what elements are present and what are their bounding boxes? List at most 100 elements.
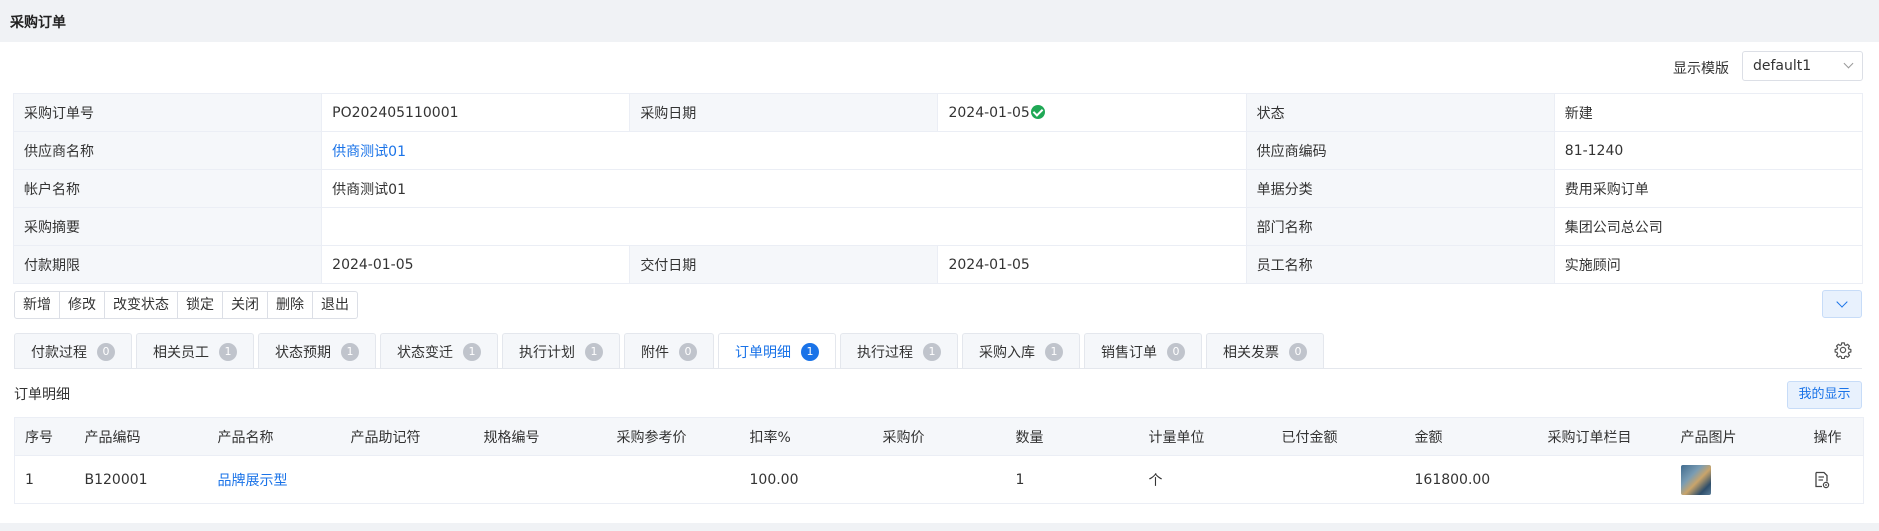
info-label: 付款期限 bbox=[12, 245, 323, 284]
info-label: 交付日期 bbox=[629, 245, 939, 284]
template-label: 显示模版 bbox=[1673, 61, 1729, 77]
department-value: 集团公司总公司 bbox=[1553, 207, 1864, 246]
order-detail-table: 序号 产品编码 产品名称 产品助记符 规格编号 采购参考价 扣率% 采购价 数量… bbox=[14, 417, 1864, 504]
order-info-table: 采购订单号 PO202405110001 采购日期 2024-01-05 状态 … bbox=[12, 93, 1864, 284]
tab-related-employees[interactable]: 相关员工 1 bbox=[136, 333, 254, 369]
account-name-value: 供商测试01 bbox=[321, 169, 1247, 208]
column-header[interactable]: 产品助记符 bbox=[340, 417, 474, 456]
exit-button[interactable]: 退出 bbox=[313, 292, 357, 318]
tab-sales-orders[interactable]: 销售订单 0 bbox=[1084, 333, 1202, 369]
purchase-summary-value bbox=[321, 207, 1247, 246]
template-select-value: default1 bbox=[1753, 58, 1812, 74]
column-header[interactable]: 已付金额 bbox=[1271, 417, 1405, 456]
supplier-code-value: 81-1240 bbox=[1553, 131, 1864, 170]
column-header[interactable]: 规格编号 bbox=[473, 417, 607, 456]
column-header[interactable]: 序号 bbox=[14, 417, 75, 456]
tab-label: 相关员工 bbox=[153, 344, 209, 361]
info-row: 采购订单号 PO202405110001 采购日期 2024-01-05 状态 … bbox=[12, 93, 1864, 132]
tab-execution-process[interactable]: 执行过程 1 bbox=[840, 333, 958, 369]
column-header[interactable]: 采购订单栏目 bbox=[1537, 417, 1671, 456]
template-select[interactable]: default1 bbox=[1742, 51, 1863, 81]
delivery-date-value: 2024-01-05 bbox=[937, 245, 1247, 284]
table-row[interactable]: 1 B120001 品牌展示型 100.00 1 个 161800.00 bbox=[14, 455, 1864, 504]
edit-button[interactable]: 修改 bbox=[60, 292, 105, 318]
tab-count-badge: 1 bbox=[923, 342, 941, 361]
lock-button[interactable]: 锁定 bbox=[178, 292, 223, 318]
info-label: 采购摘要 bbox=[12, 207, 323, 246]
tab-label: 执行过程 bbox=[857, 344, 913, 361]
tab-status-expectation[interactable]: 状态预期 1 bbox=[258, 333, 376, 369]
product-thumbnail[interactable] bbox=[1680, 464, 1711, 495]
order-column-cell bbox=[1537, 455, 1671, 504]
chevron-down-icon bbox=[1836, 296, 1848, 308]
payment-term-value: 2024-01-05 bbox=[321, 245, 631, 284]
tab-attachments[interactable]: 附件 0 bbox=[624, 333, 714, 369]
tab-count-badge: 1 bbox=[585, 342, 603, 361]
tab-label: 执行计划 bbox=[519, 344, 575, 361]
column-header[interactable]: 计量单位 bbox=[1138, 417, 1272, 456]
collapse-button[interactable] bbox=[1822, 290, 1862, 318]
column-header[interactable]: 产品图片 bbox=[1670, 417, 1804, 456]
spec-cell bbox=[473, 455, 607, 504]
info-label: 员工名称 bbox=[1245, 245, 1555, 284]
employee-name-value: 实施顾问 bbox=[1553, 245, 1864, 284]
actions-cell bbox=[1803, 455, 1864, 504]
chevron-down-icon bbox=[1843, 58, 1854, 69]
column-header[interactable]: 产品名称 bbox=[207, 417, 341, 456]
info-row: 供应商名称 供商测试01 供应商编码 81-1240 bbox=[12, 131, 1864, 170]
discount-cell: 100.00 bbox=[739, 455, 873, 504]
unit-cell: 个 bbox=[1138, 455, 1272, 504]
product-name-link[interactable]: 品牌展示型 bbox=[218, 473, 288, 489]
tab-label: 订单明细 bbox=[735, 344, 791, 361]
change-status-button[interactable]: 改变状态 bbox=[105, 292, 178, 318]
supplier-name-link[interactable]: 供商测试01 bbox=[332, 144, 406, 160]
column-header[interactable]: 扣率% bbox=[739, 417, 873, 456]
tab-label: 相关发票 bbox=[1223, 344, 1279, 361]
document-settings-icon[interactable] bbox=[1814, 471, 1830, 489]
order-date-value: 2024-01-05 bbox=[948, 104, 1030, 121]
order-number-value: PO202405110001 bbox=[321, 93, 631, 132]
column-header[interactable]: 产品编码 bbox=[74, 417, 208, 456]
gear-icon[interactable] bbox=[1834, 341, 1852, 359]
supplier-name-cell: 供商测试01 bbox=[321, 131, 1247, 170]
column-header[interactable]: 数量 bbox=[1005, 417, 1139, 456]
tab-payment-process[interactable]: 付款过程 0 bbox=[14, 333, 132, 369]
table-header-row: 序号 产品编码 产品名称 产品助记符 规格编号 采购参考价 扣率% 采购价 数量… bbox=[14, 417, 1864, 456]
product-name-cell: 品牌展示型 bbox=[207, 455, 341, 504]
quantity-cell: 1 bbox=[1005, 455, 1139, 504]
mnemonic-cell bbox=[340, 455, 474, 504]
tab-count-badge: 1 bbox=[1045, 342, 1063, 361]
info-label: 单据分类 bbox=[1245, 169, 1555, 208]
price-cell bbox=[872, 455, 1006, 504]
close-button[interactable]: 关闭 bbox=[223, 292, 268, 318]
column-header[interactable]: 操作 bbox=[1803, 417, 1864, 456]
order-date-cell: 2024-01-05 bbox=[937, 93, 1247, 132]
new-button[interactable]: 新增 bbox=[15, 292, 60, 318]
tab-label: 付款过程 bbox=[31, 344, 87, 361]
info-label: 部门名称 bbox=[1245, 207, 1555, 246]
tab-count-badge: 1 bbox=[341, 342, 359, 361]
column-header[interactable]: 采购价 bbox=[872, 417, 1006, 456]
tab-count-badge: 0 bbox=[1167, 342, 1185, 361]
paid-amount-cell bbox=[1271, 455, 1405, 504]
column-header[interactable]: 金额 bbox=[1404, 417, 1538, 456]
section-title: 订单明细 bbox=[14, 387, 70, 403]
tab-label: 采购入库 bbox=[979, 344, 1035, 361]
tab-execution-plan[interactable]: 执行计划 1 bbox=[502, 333, 620, 369]
tab-label: 状态预期 bbox=[275, 344, 331, 361]
info-row: 付款期限 2024-01-05 交付日期 2024-01-05 员工名称 实施顾… bbox=[12, 245, 1864, 284]
my-display-button[interactable]: 我的显示 bbox=[1787, 381, 1862, 409]
tab-count-badge: 0 bbox=[97, 342, 115, 361]
tab-purchase-receipt[interactable]: 采购入库 1 bbox=[962, 333, 1080, 369]
delete-button[interactable]: 删除 bbox=[268, 292, 313, 318]
tab-order-details[interactable]: 订单明细 1 bbox=[718, 333, 836, 369]
product-image-cell bbox=[1670, 455, 1804, 504]
column-header[interactable]: 采购参考价 bbox=[606, 417, 740, 456]
reference-price-cell bbox=[606, 455, 740, 504]
info-row: 采购摘要 部门名称 集团公司总公司 bbox=[12, 207, 1864, 246]
info-label: 状态 bbox=[1245, 93, 1555, 132]
action-toolbar: 新增 修改 改变状态 锁定 关闭 删除 退出 bbox=[14, 291, 358, 319]
page-title: 采购订单 bbox=[10, 15, 66, 31]
tab-related-invoices[interactable]: 相关发票 0 bbox=[1206, 333, 1324, 369]
tab-status-transition[interactable]: 状态变迁 1 bbox=[380, 333, 498, 369]
